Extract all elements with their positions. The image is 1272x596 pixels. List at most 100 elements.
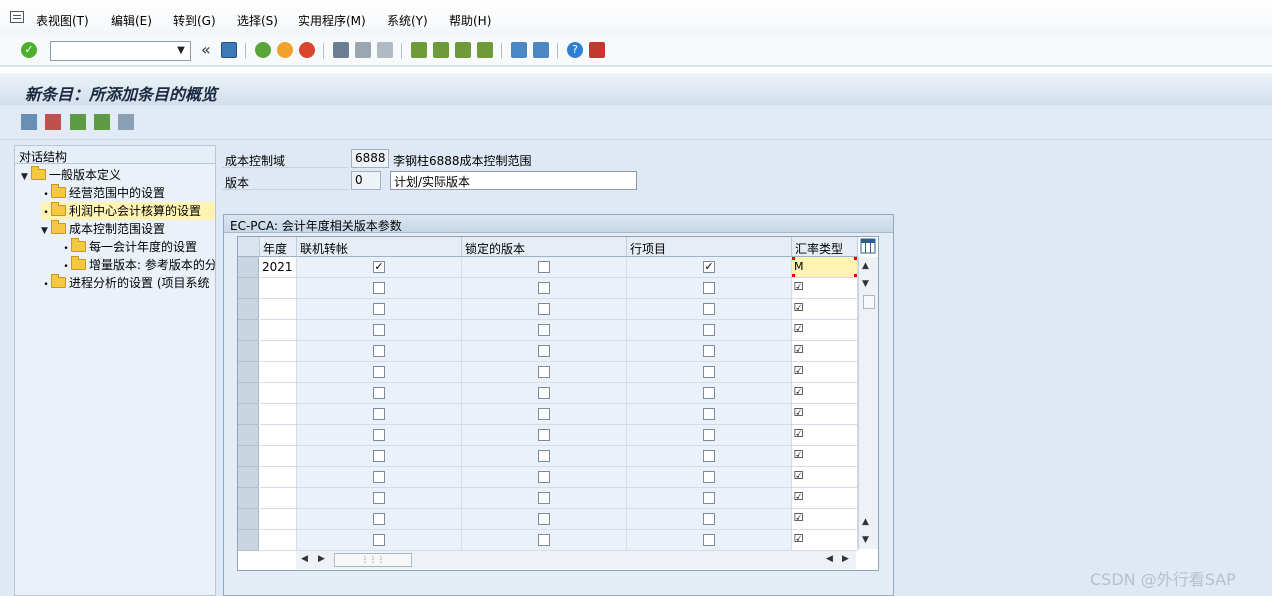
- year-cell[interactable]: [260, 383, 297, 404]
- value-help-icon[interactable]: ☑: [793, 386, 804, 398]
- row-selector[interactable]: [238, 467, 259, 488]
- locked-version-checkbox[interactable]: [538, 534, 550, 546]
- previous-entry-icon[interactable]: [70, 114, 86, 130]
- menu-system[interactable]: 系统(Y): [387, 12, 428, 29]
- row-selector[interactable]: [238, 404, 259, 425]
- row-selector[interactable]: [238, 362, 259, 383]
- first-page-icon[interactable]: [411, 42, 427, 58]
- online-transfer-checkbox[interactable]: [373, 492, 385, 504]
- scroll-left-icon[interactable]: ◀: [301, 554, 308, 564]
- menu-edit[interactable]: 编辑(E): [111, 12, 152, 29]
- line-items-checkbox[interactable]: [703, 492, 715, 504]
- version-field[interactable]: 0: [351, 171, 381, 190]
- value-help-icon[interactable]: ☑: [793, 281, 804, 293]
- online-transfer-checkbox[interactable]: [373, 534, 385, 546]
- prev-page-icon[interactable]: [433, 42, 449, 58]
- print-icon[interactable]: [333, 42, 349, 58]
- delete-icon[interactable]: [45, 114, 61, 130]
- online-transfer-checkbox[interactable]: ✓: [373, 261, 385, 273]
- year-cell[interactable]: [260, 467, 297, 488]
- year-cell[interactable]: [260, 320, 297, 341]
- expand-arrow-icon[interactable]: ▼: [41, 222, 51, 238]
- line-items-checkbox[interactable]: [703, 408, 715, 420]
- locked-version-checkbox[interactable]: [538, 429, 550, 441]
- exit-icon[interactable]: [277, 42, 293, 58]
- value-help-icon[interactable]: ☑: [793, 533, 804, 545]
- row-selector[interactable]: [238, 278, 259, 299]
- locked-version-checkbox[interactable]: [538, 324, 550, 336]
- menu-table-view[interactable]: 表视图(T): [36, 12, 89, 29]
- locked-version-checkbox[interactable]: [538, 492, 550, 504]
- year-cell[interactable]: [260, 299, 297, 320]
- value-help-icon[interactable]: ☑: [793, 491, 804, 503]
- value-help-icon[interactable]: ☑: [793, 449, 804, 461]
- exchange-rate-type-cell[interactable]: ☑: [792, 341, 858, 362]
- shortcut-icon[interactable]: [533, 42, 549, 58]
- tree-item-delta-version[interactable]: • 增量版本: 参考版本的分: [61, 256, 215, 274]
- scroll-down-icon[interactable]: ▼: [862, 535, 869, 545]
- row-selector[interactable]: [238, 509, 259, 530]
- horizontal-scroll-thumb[interactable]: ⋮⋮⋮: [334, 553, 412, 567]
- scroll-left-icon[interactable]: ◀: [826, 554, 833, 564]
- exchange-rate-type-cell[interactable]: ☑: [792, 299, 858, 320]
- year-cell[interactable]: [260, 341, 297, 362]
- line-items-checkbox[interactable]: [703, 429, 715, 441]
- back-icon[interactable]: [255, 42, 271, 58]
- new-session-icon[interactable]: [511, 42, 527, 58]
- row-selector[interactable]: [238, 446, 259, 467]
- locked-version-checkbox[interactable]: [538, 408, 550, 420]
- exchange-rate-type-cell[interactable]: ☑: [792, 488, 858, 509]
- save-icon[interactable]: [221, 42, 237, 58]
- display-change-icon[interactable]: [21, 114, 37, 130]
- year-cell[interactable]: [260, 488, 297, 509]
- year-cell[interactable]: [260, 425, 297, 446]
- scroll-right-icon[interactable]: ▶: [842, 554, 849, 564]
- value-help-icon[interactable]: ☑: [793, 323, 804, 335]
- line-items-checkbox[interactable]: [703, 303, 715, 315]
- menu-select[interactable]: 选择(S): [237, 12, 278, 29]
- tree-item-progress-analysis[interactable]: • 进程分析的设置 (项目系统: [41, 274, 215, 292]
- column-header-exchange-rate-type[interactable]: 汇率类型: [792, 237, 858, 257]
- exchange-rate-type-cell[interactable]: ☑: [792, 509, 858, 530]
- scroll-up-icon[interactable]: ▲: [862, 261, 869, 271]
- cancel-icon[interactable]: [299, 42, 315, 58]
- scroll-up-icon[interactable]: ▲: [862, 517, 869, 527]
- value-help-icon[interactable]: ☑: [793, 470, 804, 482]
- locked-version-checkbox[interactable]: [538, 303, 550, 315]
- online-transfer-checkbox[interactable]: [373, 324, 385, 336]
- find-next-icon[interactable]: [377, 42, 393, 58]
- value-help-icon[interactable]: ☑: [793, 428, 804, 440]
- system-menu-icon[interactable]: [10, 11, 24, 23]
- online-transfer-checkbox[interactable]: [373, 303, 385, 315]
- line-items-checkbox[interactable]: [703, 513, 715, 525]
- locked-version-checkbox[interactable]: [538, 261, 550, 273]
- menu-utilities[interactable]: 实用程序(M): [298, 12, 366, 29]
- online-transfer-checkbox[interactable]: [373, 387, 385, 399]
- year-cell[interactable]: 2021: [260, 257, 297, 278]
- controlling-area-field[interactable]: 6888: [351, 149, 389, 168]
- expand-arrow-icon[interactable]: ▼: [21, 168, 31, 184]
- year-cell[interactable]: [260, 530, 297, 551]
- next-entry-icon[interactable]: [94, 114, 110, 130]
- value-help-icon[interactable]: ☑: [793, 512, 804, 524]
- column-header-online-transfer[interactable]: 联机转帐: [297, 237, 462, 257]
- collapse-command-icon[interactable]: «: [201, 41, 211, 59]
- row-selector[interactable]: [238, 425, 259, 446]
- select-all-icon[interactable]: [118, 114, 134, 130]
- tree-item-general-version[interactable]: ▼ 一般版本定义: [21, 166, 215, 184]
- online-transfer-checkbox[interactable]: [373, 345, 385, 357]
- column-header-locked-version[interactable]: 锁定的版本: [462, 237, 627, 257]
- scroll-right-icon[interactable]: ▶: [318, 554, 325, 564]
- value-help-icon[interactable]: ☑: [793, 365, 804, 377]
- menu-goto[interactable]: 转到(G): [173, 12, 216, 29]
- find-icon[interactable]: [355, 42, 371, 58]
- tree-item-profit-center[interactable]: • 利润中心会计核算的设置: [41, 202, 215, 220]
- column-header-line-items[interactable]: 行项目: [627, 237, 792, 257]
- menu-help[interactable]: 帮助(H): [449, 12, 491, 29]
- exchange-rate-type-cell[interactable]: ☑: [792, 530, 858, 551]
- locked-version-checkbox[interactable]: [538, 282, 550, 294]
- exchange-rate-type-cell[interactable]: ☑: [792, 320, 858, 341]
- locked-version-checkbox[interactable]: [538, 450, 550, 462]
- locked-version-checkbox[interactable]: [538, 513, 550, 525]
- vertical-scrollbar[interactable]: ▲ ▼ ▲ ▼: [858, 257, 878, 549]
